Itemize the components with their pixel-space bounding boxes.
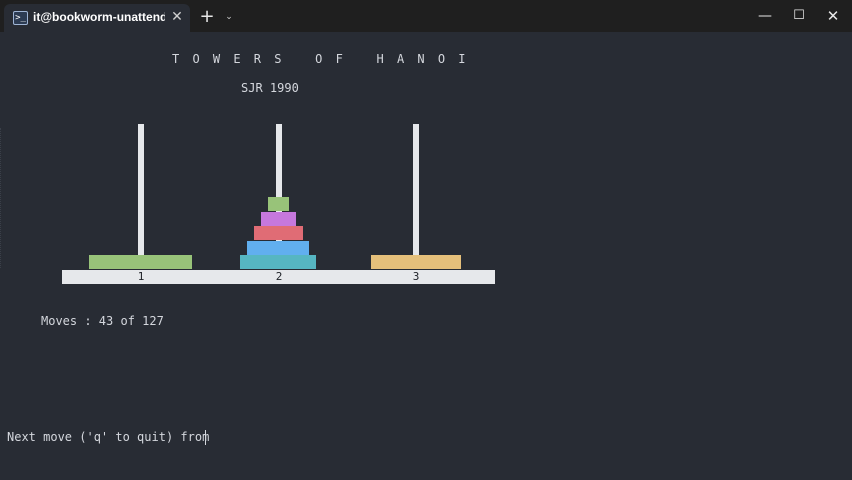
tab-close-icon[interactable]: ✕: [168, 7, 186, 27]
title-bar[interactable]: >_ it@bookworm-unattended: ~/ ✕ + ⌄ — ☐ …: [0, 0, 852, 32]
peg-label-2: 2: [275, 270, 283, 283]
peg-label-3: 3: [412, 270, 420, 283]
input-prompt: Next move ('q' to quit) from: [7, 430, 210, 444]
disk-peg2-5: [240, 255, 316, 269]
tab-title: it@bookworm-unattended: ~/: [33, 10, 165, 24]
disk-peg1-1: [89, 255, 192, 269]
disk-peg2-2: [261, 212, 296, 226]
disk-peg3-1: [371, 255, 461, 269]
disk-peg2-3: [254, 226, 303, 240]
peg-1: [138, 124, 144, 256]
maximize-button[interactable]: ☐: [782, 0, 816, 32]
text-cursor[interactable]: [205, 430, 206, 445]
terminal-content[interactable]: T O W E R S O F H A N O I SJR 1990 1 2 3…: [0, 32, 852, 480]
moves-counter: Moves : 43 of 127: [41, 314, 164, 328]
minimize-button[interactable]: —: [748, 0, 782, 32]
disk-peg2-4: [247, 241, 309, 255]
terminal-icon: >_: [13, 11, 28, 25]
chevron-down-icon[interactable]: ⌄: [222, 8, 236, 26]
disk-peg2-1: [268, 197, 289, 211]
game-title: T O W E R S O F H A N O I: [172, 52, 469, 66]
new-tab-button[interactable]: +: [196, 6, 218, 28]
peg-3: [413, 124, 419, 256]
game-subtitle: SJR 1990: [241, 81, 299, 95]
close-window-button[interactable]: ✕: [816, 0, 850, 32]
terminal-window: >_ it@bookworm-unattended: ~/ ✕ + ⌄ — ☐ …: [0, 0, 852, 480]
terminal-tab[interactable]: >_ it@bookworm-unattended: ~/ ✕: [4, 4, 190, 32]
scroll-edge-marks: [0, 128, 2, 268]
peg-label-1: 1: [137, 270, 145, 283]
